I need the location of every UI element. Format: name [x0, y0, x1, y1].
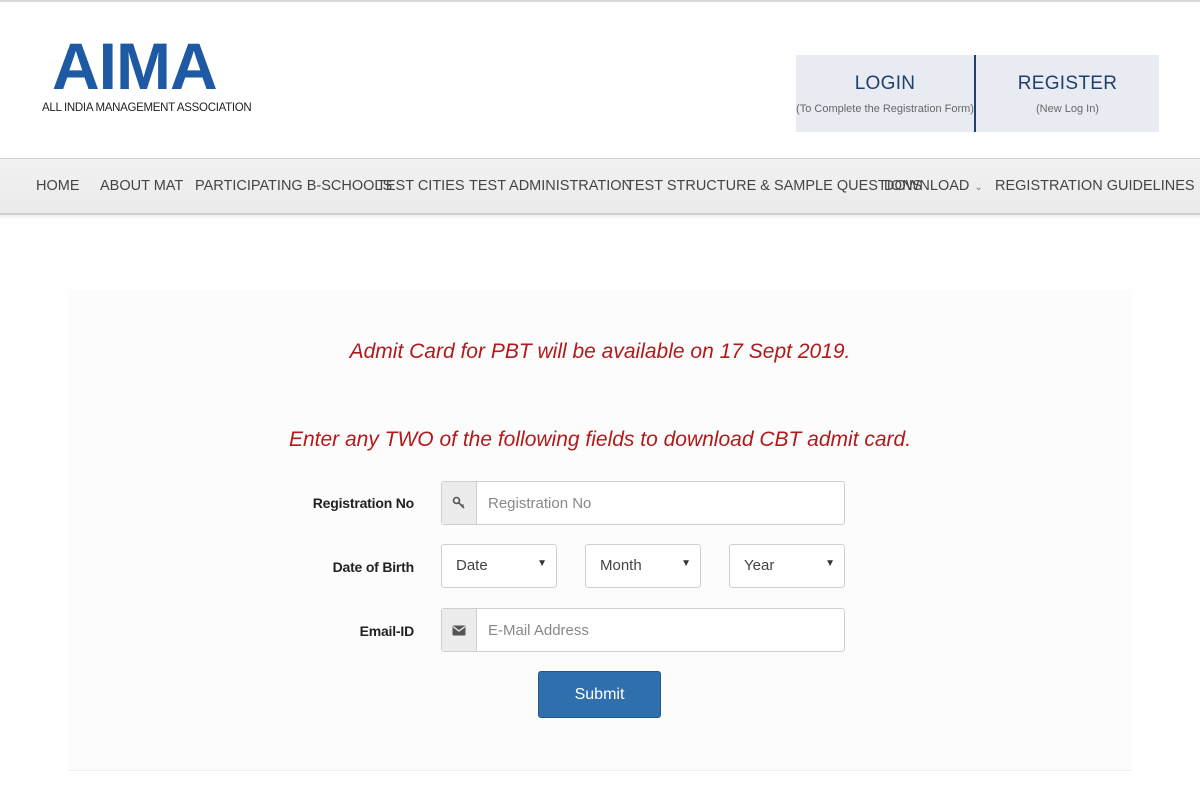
- register-note: (New Log In): [1036, 102, 1099, 115]
- pbt-notice: Admit Card for PBT will be available on …: [349, 340, 851, 363]
- registration-input[interactable]: [477, 482, 844, 524]
- nav-item-test-administration[interactable]: TEST ADMINISTRATION: [469, 159, 632, 213]
- submit-button[interactable]: Submit: [538, 671, 661, 718]
- aima-logo[interactable]: AIMA ALL INDIA MANAGEMENT ASSOCIATION: [42, 29, 252, 114]
- nav-item-test-cities[interactable]: TEST CITIES: [377, 159, 465, 213]
- chevron-down-icon: ⌄: [974, 182, 983, 193]
- page: AIMA ALL INDIA MANAGEMENT ASSOCIATION LO…: [0, 0, 1200, 800]
- dob-year-value: Year: [744, 557, 775, 574]
- nav-item-home[interactable]: HOME: [36, 159, 80, 213]
- email-label: Email-ID: [359, 623, 415, 639]
- logo-mark: AIMA: [52, 29, 218, 103]
- dob-date-select[interactable]: Date ▼: [441, 544, 557, 588]
- nav-item-about-mat[interactable]: ABOUT MAT: [100, 159, 183, 213]
- main-nav: HOME ABOUT MAT PARTICIPATING B-SCHOOLS T…: [0, 158, 1200, 215]
- nav-item-test-structure[interactable]: TEST STRUCTURE & SAMPLE QUESTIONS: [626, 159, 922, 213]
- cbt-instruction: Enter any TWO of the following fields to…: [288, 428, 912, 451]
- nav-item-download[interactable]: DOWNLOAD ⌄: [884, 159, 983, 213]
- nav-item-registration-guidelines[interactable]: REGISTRATION GUIDELINES: [995, 159, 1195, 213]
- auth-panel: LOGIN (To Complete the Registration Form…: [796, 55, 1159, 132]
- registration-label: Registration No: [312, 495, 414, 511]
- dob-year-select[interactable]: Year ▼: [729, 544, 845, 588]
- login-title: LOGIN: [854, 72, 916, 94]
- login-note: (To Complete the Registration Form): [796, 102, 974, 115]
- dob-date-value: Date: [456, 557, 488, 574]
- dob-month-select[interactable]: Month ▼: [585, 544, 701, 588]
- caret-down-icon: ▼: [825, 558, 835, 569]
- dob-label: Date of Birth: [332, 559, 415, 575]
- top-divider: [0, 0, 1200, 2]
- dob-month-value: Month: [600, 557, 642, 574]
- caret-down-icon: ▼: [681, 558, 691, 569]
- registration-input-group: [441, 481, 845, 525]
- email-input-group: [441, 608, 845, 652]
- logo-subtitle: ALL INDIA MANAGEMENT ASSOCIATION: [42, 102, 252, 114]
- caret-down-icon: ▼: [537, 558, 547, 569]
- email-input[interactable]: [477, 609, 844, 651]
- login-button[interactable]: LOGIN (To Complete the Registration Form…: [796, 55, 974, 132]
- register-title: REGISTER: [1017, 72, 1118, 94]
- register-button[interactable]: REGISTER (New Log In): [976, 55, 1159, 132]
- nav-item-download-label: DOWNLOAD: [884, 178, 970, 194]
- key-icon: [442, 482, 477, 524]
- envelope-icon: [442, 609, 477, 651]
- nav-item-participating-b-schools[interactable]: PARTICIPATING B-SCHOOLS: [195, 159, 392, 213]
